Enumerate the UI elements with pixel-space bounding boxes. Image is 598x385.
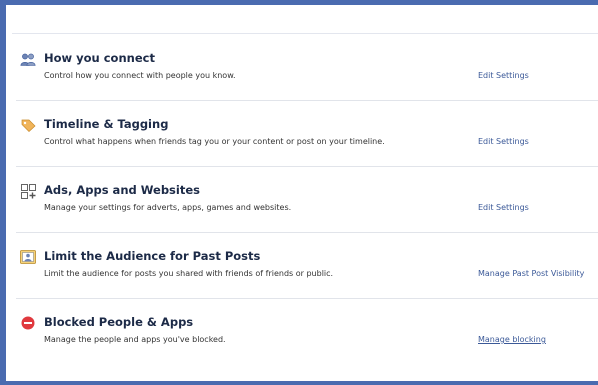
edit-settings-link[interactable]: Edit Settings: [478, 71, 529, 80]
apps-icon: [20, 183, 36, 199]
section-timeline-tagging: Timeline & Tagging Control what happens …: [12, 101, 598, 167]
manage-blocking-link[interactable]: Manage blocking: [478, 335, 546, 344]
top-divider: [12, 33, 598, 34]
section-title: Timeline & Tagging: [44, 117, 169, 131]
tag-icon: [20, 118, 36, 132]
section-title: Ads, Apps and Websites: [44, 183, 200, 197]
section-blocked-people-apps: Blocked People & Apps Manage the people …: [12, 299, 598, 365]
people-icon: [20, 52, 36, 66]
section-title: Blocked People & Apps: [44, 315, 194, 329]
manage-past-post-visibility-link[interactable]: Manage Past Post Visibility: [478, 269, 584, 278]
section-title: How you connect: [44, 51, 155, 65]
settings-panel: How you connect Control how you connect …: [0, 0, 598, 385]
section-description: Manage the people and apps you've blocke…: [44, 335, 226, 344]
section-ads-apps-websites: Ads, Apps and Websites Manage your setti…: [12, 167, 598, 233]
section-description: Control what happens when friends tag yo…: [44, 137, 385, 146]
blocked-icon: [20, 316, 36, 330]
section-limit-audience: Limit the Audience for Past Posts Limit …: [12, 233, 598, 299]
limit-audience-icon: [20, 250, 36, 264]
section-how-you-connect: How you connect Control how you connect …: [12, 35, 598, 101]
section-description: Control how you connect with people you …: [44, 71, 236, 80]
edit-settings-link[interactable]: Edit Settings: [478, 137, 529, 146]
edit-settings-link[interactable]: Edit Settings: [478, 203, 529, 212]
section-description: Manage your settings for adverts, apps, …: [44, 203, 292, 212]
section-title: Limit the Audience for Past Posts: [44, 249, 261, 263]
section-description: Limit the audience for posts you shared …: [44, 269, 334, 278]
